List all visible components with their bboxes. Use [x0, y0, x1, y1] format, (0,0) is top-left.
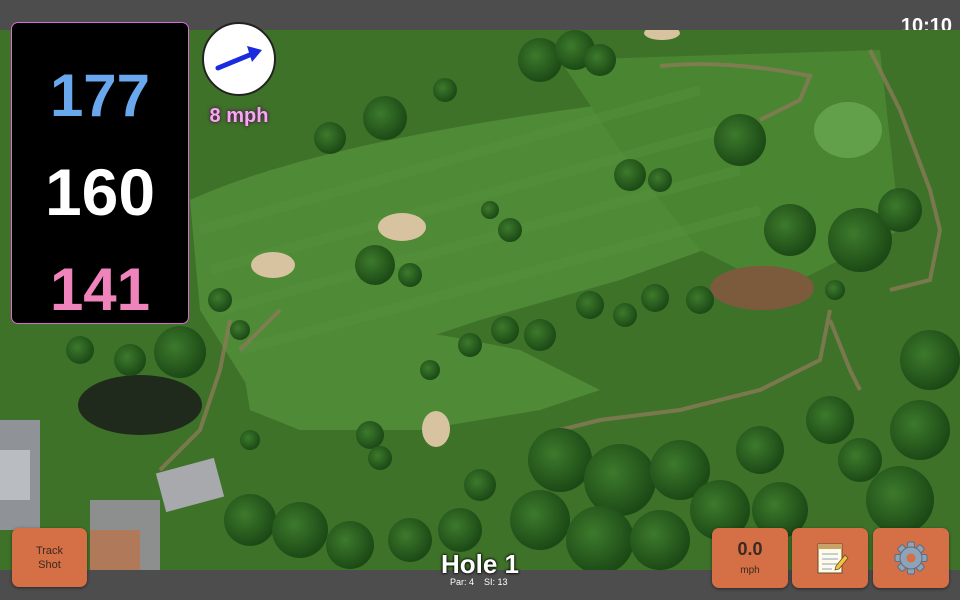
track-shot-button[interactable]: Track Shot [12, 528, 87, 587]
track-shot-label-line2: Shot [38, 559, 61, 571]
wind-speed: 8 mph [209, 105, 269, 127]
yardage-panel: 177 160 141 [11, 22, 189, 324]
front-yardage: 141 [49, 256, 151, 323]
notepad-icon [817, 543, 849, 574]
hole-title: Hole 1 [440, 549, 520, 579]
hole-stroke-index: SI: 13 [484, 577, 508, 587]
speed-button[interactable]: 0.0 mph [712, 528, 788, 588]
hole-par: Par: 4 [449, 577, 474, 587]
middle-yardage: 160 [44, 155, 156, 229]
speed-unit: mph [740, 565, 760, 576]
settings-button[interactable] [873, 528, 949, 588]
wind-indicator [202, 22, 276, 96]
track-shot-label-line1: Track [35, 545, 64, 557]
back-yardage: 177 [49, 62, 151, 129]
wind-arrow-icon [215, 46, 262, 71]
speed-value: 0.0 [737, 539, 763, 559]
notes-button[interactable] [792, 528, 868, 588]
gear-icon [894, 541, 928, 575]
